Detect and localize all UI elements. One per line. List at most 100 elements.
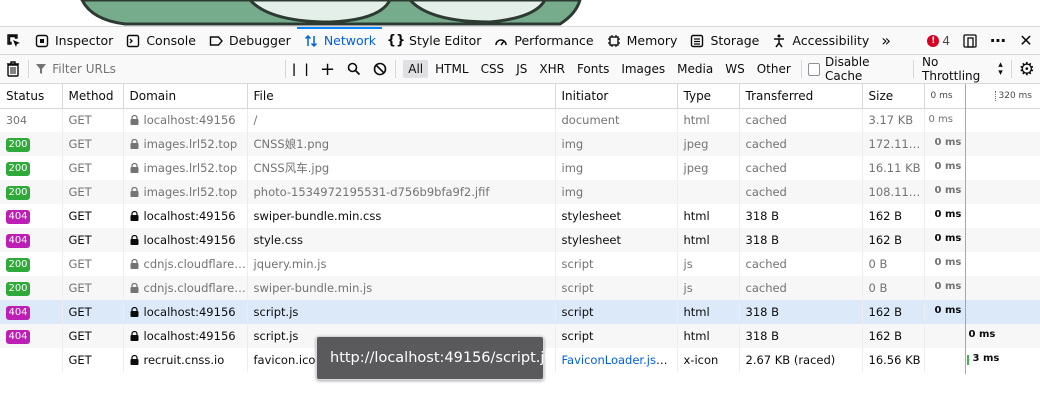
- method-cell-text: GET: [68, 353, 92, 367]
- column-header-domain[interactable]: Domain: [123, 84, 248, 109]
- add-request-icon[interactable]: +: [314, 55, 340, 83]
- responsive-design-icon[interactable]: [956, 33, 984, 49]
- status-cell: 404: [0, 228, 63, 252]
- pause-icon[interactable]: | |: [288, 55, 314, 83]
- file-cell-text: script.js: [253, 305, 299, 319]
- tab-memory[interactable]: Memory: [600, 27, 684, 54]
- error-count: 4: [942, 33, 950, 48]
- method-cell: GET: [62, 300, 124, 324]
- table-row[interactable]: 200 GET cdnjs.cloudflare.c... swiper-bundle…: [0, 276, 1040, 300]
- block-requests-icon[interactable]: [367, 55, 393, 83]
- column-header-size[interactable]: Size: [862, 84, 925, 109]
- type-cell: html: [677, 300, 740, 324]
- table-row[interactable]: 200 GET images.lrl52.top CNSS娘1.png img jpeg c…: [0, 132, 1040, 156]
- overflow-tabs-icon[interactable]: »: [875, 27, 897, 54]
- column-header-method[interactable]: Method: [62, 84, 124, 109]
- throttling-select[interactable]: No Throttling ▴ ▾: [916, 55, 1009, 83]
- table-row[interactable]: 304 GET localhost:49156 / document html cached…: [0, 108, 1040, 132]
- type-cell: [677, 180, 740, 204]
- method-cell: GET: [62, 252, 124, 276]
- method-cell-text: GET: [68, 257, 92, 271]
- tab-performance[interactable]: Performance: [487, 27, 599, 54]
- tab-storage[interactable]: Storage: [683, 27, 765, 54]
- type-filter-css[interactable]: CSS: [476, 60, 510, 78]
- file-cell: style.css: [247, 228, 556, 252]
- tab-accessibility[interactable]: Accessibility: [765, 27, 875, 54]
- type-filter-js[interactable]: JS: [511, 60, 532, 78]
- type-cell-text: html: [683, 209, 710, 223]
- status-cell: 200: [0, 276, 63, 300]
- tab-console[interactable]: Console: [119, 27, 202, 54]
- settings-gear-icon[interactable]: ⚙: [1014, 55, 1040, 83]
- type-filter-media[interactable]: Media: [672, 60, 718, 78]
- domain-cell: images.lrl52.top: [123, 156, 248, 180]
- type-filter-images[interactable]: Images: [616, 60, 670, 78]
- size-cell-text: 108.11 KB: [868, 185, 924, 199]
- waterfall-timing: 0 ms: [934, 281, 962, 292]
- element-picker-icon[interactable]: [0, 27, 28, 54]
- size-cell: 16.11 KB: [862, 156, 925, 180]
- disable-cache-toggle[interactable]: Disable Cache: [807, 55, 905, 83]
- type-filter-fonts[interactable]: Fonts: [572, 60, 614, 78]
- transferred-cell: cached: [739, 108, 863, 132]
- search-icon[interactable]: [341, 55, 367, 83]
- column-header-type[interactable]: Type: [677, 84, 740, 109]
- type-filter-other[interactable]: Other: [752, 60, 796, 78]
- initiator-cell-text: document: [561, 113, 620, 128]
- type-filter-xhr[interactable]: XHR: [534, 60, 570, 78]
- column-header-waterfall[interactable]: 0 ms 320 ms: [924, 84, 1040, 109]
- status-badge: 200: [6, 162, 30, 176]
- debugger-icon: [208, 33, 224, 49]
- tab-network[interactable]: Network: [296, 27, 383, 54]
- table-row[interactable]: 200 GET images.lrl52.top photo-153497219553…: [0, 180, 1040, 204]
- status-cell: 200: [0, 252, 63, 276]
- waterfall-timing: 3 ms: [972, 353, 1000, 364]
- table-row[interactable]: 404 GET localhost:49156 script.js script html…: [0, 300, 1040, 324]
- filter-urls-input[interactable]: Filter URLs: [31, 57, 283, 81]
- table-row[interactable]: 200 GET images.lrl52.top CNSS风车.jpg img jpeg c…: [0, 156, 1040, 180]
- column-header-initiator[interactable]: Initiator: [555, 84, 678, 109]
- table-row[interactable]: 404 GET localhost:49156 style.css stylesheet…: [0, 228, 1040, 252]
- column-header-transferred[interactable]: Transferred: [739, 84, 863, 109]
- close-icon[interactable]: ✕: [1012, 31, 1040, 50]
- error-count-badge[interactable]: ! 4: [921, 34, 956, 48]
- table-row[interactable]: 200 GET cdnjs.cloudflare.c... jquery.min.js…: [0, 252, 1040, 276]
- status-badge: 200: [6, 258, 30, 272]
- filter-icon: [36, 64, 47, 74]
- column-header-status[interactable]: Status: [0, 84, 63, 109]
- method-cell-text: GET: [68, 329, 92, 343]
- disable-cache-checkbox[interactable]: [807, 62, 820, 76]
- type-cell: x-icon: [677, 348, 740, 372]
- type-filter-ws[interactable]: WS: [720, 60, 749, 78]
- waterfall-timing: 0 ms: [934, 137, 962, 148]
- tab-style-editor[interactable]: {} Style Editor: [382, 27, 487, 54]
- storage-icon: [689, 33, 705, 49]
- status-cell: [0, 348, 63, 372]
- transferred-cell-text: cached: [745, 281, 787, 295]
- initiator-cell-text: img: [561, 161, 584, 175]
- transferred-cell: 318 B: [739, 300, 863, 324]
- size-cell-text: 3.17 KB: [868, 113, 914, 128]
- domain-cell-text: images.lrl52.top: [143, 185, 238, 199]
- type-filter-all[interactable]: All: [403, 60, 429, 78]
- table-row[interactable]: 404 GET localhost:49156 swiper-bundle.min.c…: [0, 204, 1040, 228]
- more-options-icon[interactable]: ⋯: [984, 31, 1012, 50]
- initiator-cell: script: [555, 276, 678, 300]
- tab-inspector[interactable]: Inspector: [28, 27, 119, 54]
- method-cell: GET: [62, 132, 124, 156]
- tab-debugger[interactable]: Debugger: [202, 27, 297, 54]
- type-filter-html[interactable]: HTML: [430, 60, 473, 78]
- file-cell: script.js: [247, 300, 556, 324]
- waterfall-cell: 0 ms: [924, 300, 1040, 324]
- column-header-file[interactable]: File: [247, 84, 556, 109]
- file-cell: /: [247, 108, 556, 132]
- size-cell: 108.11 KB: [862, 180, 925, 204]
- clear-requests-icon[interactable]: [0, 55, 26, 83]
- domain-cell-text: localhost:49156: [143, 209, 236, 223]
- method-cell: GET: [62, 276, 124, 300]
- status-cell: 404: [0, 324, 63, 348]
- method-cell-text: GET: [68, 185, 92, 199]
- transferred-cell-text: 318 B: [745, 329, 780, 343]
- status-cell: 200: [0, 156, 63, 180]
- domain-cell: cdnjs.cloudflare.c...: [123, 252, 248, 276]
